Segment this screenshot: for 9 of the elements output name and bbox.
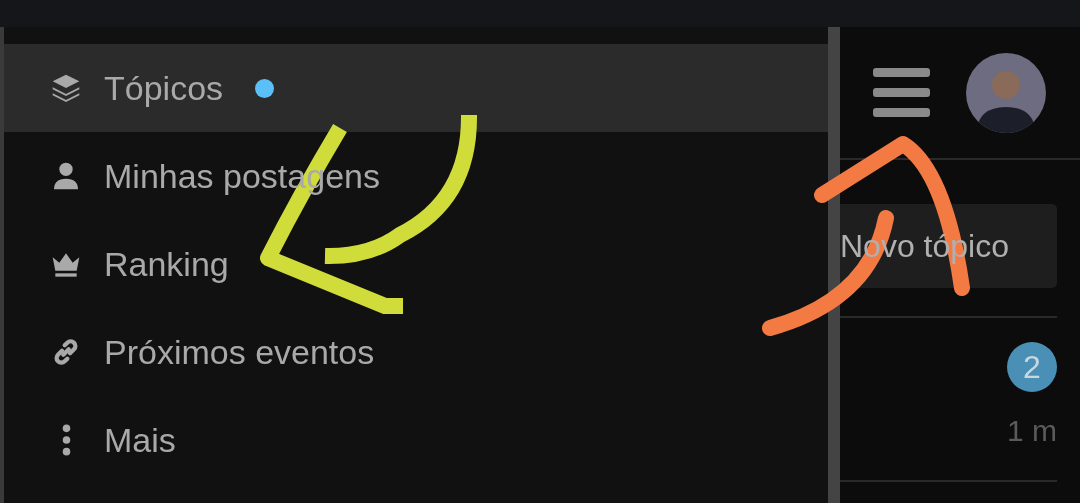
menu-item[interactable]: Tópicos	[4, 44, 828, 132]
menu-item[interactable]: Ranking	[4, 220, 828, 308]
menu-item[interactable]: Próximos eventos	[4, 308, 828, 396]
topic-age: 1 m	[1007, 414, 1057, 448]
reply-count: 2	[1007, 342, 1057, 392]
menu-item[interactable]: Mais	[4, 396, 828, 484]
layers-icon	[50, 72, 82, 104]
more-icon	[61, 424, 71, 456]
menu-icon[interactable]	[873, 68, 930, 117]
